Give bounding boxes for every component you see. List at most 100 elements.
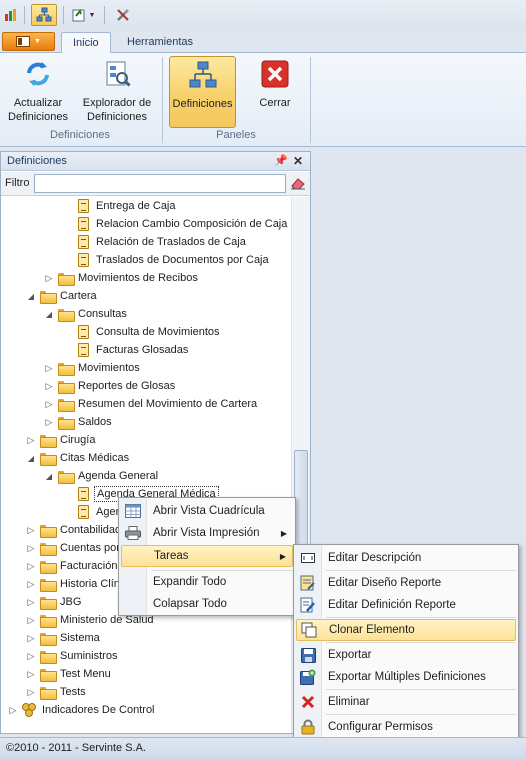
tree-node[interactable]: Agen xyxy=(61,503,124,521)
expand-arrow-icon[interactable]: ▷ xyxy=(7,704,19,716)
expand-arrow-icon[interactable]: ▷ xyxy=(25,542,37,554)
expand-arrow-icon[interactable]: ▷ xyxy=(25,560,37,572)
definiciones-panel-button[interactable]: Definiciones xyxy=(169,56,236,128)
menu-item-editar-definicion-reporte[interactable]: Editar Definición Reporte xyxy=(296,594,516,616)
menu-item-abrir-vista-impresion[interactable]: Abrir Vista Impresión ▶ xyxy=(121,522,293,544)
expand-arrow-icon[interactable]: ▷ xyxy=(25,650,37,662)
expand-arrow-icon[interactable]: ▷ xyxy=(43,380,55,392)
menu-item-editar-descripcion[interactable]: Editar Descripción xyxy=(296,547,516,569)
tree-node[interactable]: ◢ Citas Médicas xyxy=(25,449,131,467)
expand-arrow-icon[interactable]: ▷ xyxy=(25,614,37,626)
tab-inicio[interactable]: Inicio xyxy=(61,32,111,54)
expand-arrow-icon[interactable]: ▷ xyxy=(43,272,55,284)
expand-arrow-icon[interactable]: ▷ xyxy=(25,524,37,536)
scrollbar-thumb[interactable] xyxy=(294,450,308,547)
tree-node[interactable]: Entrega de Caja xyxy=(61,197,178,215)
tree-node[interactable]: ▷ Cuentas por xyxy=(25,539,122,557)
menu-item-abrir-vista-cuadricula[interactable]: Abrir Vista Cuadrícula xyxy=(121,500,293,522)
tree-node[interactable]: ▷ Reportes de Glosas xyxy=(43,377,177,395)
tree-node[interactable]: ▷ Movimientos de Recibos xyxy=(43,269,200,287)
tab-herramientas[interactable]: Herramientas xyxy=(116,32,204,53)
expand-arrow-icon[interactable]: ▷ xyxy=(43,416,55,428)
expand-arrow-icon[interactable]: ▷ xyxy=(25,434,37,446)
document-icon xyxy=(75,252,91,268)
menu-item-expandir-todo[interactable]: Expandir Todo xyxy=(121,571,293,593)
tree-node[interactable]: ◢ Consultas xyxy=(43,305,129,323)
application-menu-button[interactable]: ▼ xyxy=(2,32,55,51)
tools-quick-button[interactable] xyxy=(112,4,134,26)
expand-arrow-icon[interactable]: ▷ xyxy=(43,362,55,374)
hierarchy-icon xyxy=(187,59,219,91)
tree-node[interactable]: ▷ Sistema xyxy=(25,629,102,647)
menu-item-eliminar[interactable]: Eliminar xyxy=(296,691,516,713)
tree-node[interactable]: Consulta de Movimientos xyxy=(61,323,222,341)
tree-node[interactable]: ◢ Agenda General xyxy=(43,467,160,485)
tree-node[interactable]: ▷ Saldos xyxy=(43,413,114,431)
tree-node[interactable]: ▷ Facturación xyxy=(25,557,119,575)
tree-node[interactable]: ▷ Movimientos xyxy=(43,359,142,377)
expand-arrow-icon[interactable]: ▷ xyxy=(25,596,37,608)
menu-item-label: Expandir Todo xyxy=(153,576,227,588)
menu-item-exportar-multiples-definiciones[interactable]: Exportar Múltiples Definiciones xyxy=(296,666,516,688)
tree-node[interactable]: ▷ Cirugía xyxy=(25,431,97,449)
expand-arrow-icon[interactable]: ▷ xyxy=(25,632,37,644)
folder-icon xyxy=(39,540,57,556)
tree-node-label: JBG xyxy=(60,596,82,608)
tree-node[interactable]: ▷ Contabilidad xyxy=(25,521,123,539)
menu-item-label: Colapsar Todo xyxy=(153,598,227,610)
explorador-label: Explorador de Definiciones xyxy=(82,97,152,123)
text-field-icon xyxy=(296,547,320,569)
menu-item-editar-diseno-reporte[interactable]: Editar Diseño Reporte xyxy=(296,572,516,594)
folder-icon xyxy=(39,450,57,466)
tree-node[interactable]: ▷ Suministros xyxy=(25,647,119,665)
panels-quick-button[interactable] xyxy=(31,4,57,26)
menu-item-colapsar-todo[interactable]: Colapsar Todo xyxy=(121,593,293,615)
tree-node-label: Facturación xyxy=(60,560,118,572)
menu-item-configurar-permisos[interactable]: Configurar Permisos xyxy=(296,716,516,738)
tree-node[interactable]: ▷ Resumen del Movimiento de Cartera xyxy=(43,395,259,413)
tree-node[interactable]: ▷ Historia Clíni xyxy=(25,575,124,593)
chevron-down-icon: ▼ xyxy=(34,38,41,45)
tree-node[interactable]: Traslados de Documentos por Caja xyxy=(61,251,271,269)
close-panel-icon[interactable]: ✕ xyxy=(293,154,303,168)
tree-node[interactable]: ▷ Test Menu xyxy=(25,665,113,683)
tree-node[interactable]: ◢ Cartera xyxy=(25,287,99,305)
tree-node[interactable]: ▷ JBG xyxy=(25,593,83,611)
menu-item-clonar-elemento[interactable]: Clonar Elemento xyxy=(296,619,516,641)
folder-icon xyxy=(39,576,57,592)
context-menu: Abrir Vista Cuadrícula Abrir Vista Impre… xyxy=(118,497,296,616)
export-quick-button[interactable]: ▼ xyxy=(68,4,98,26)
definitions-tree: Entrega de Caja Relacion Cambio Composici… xyxy=(1,197,291,733)
menu-item-label: Editar Diseño Reporte xyxy=(328,577,442,589)
collapse-arrow-icon[interactable]: ◢ xyxy=(43,308,55,320)
cerrar-button[interactable]: Cerrar xyxy=(248,56,302,128)
eraser-icon[interactable] xyxy=(290,176,306,193)
filter-input[interactable] xyxy=(34,174,286,193)
tree-node-label: Citas Médicas xyxy=(60,452,130,464)
menu-item-tareas[interactable]: Tareas ▶ xyxy=(121,545,293,567)
menu-item-label: Exportar Múltiples Definiciones xyxy=(328,671,486,683)
actualizar-definiciones-button[interactable]: Actualizar Definiciones xyxy=(6,56,70,128)
pin-icon[interactable]: 📌 xyxy=(274,154,288,167)
tree-node[interactable]: ▷ Indicadores De Control xyxy=(7,701,157,719)
menu-item-label: Editar Descripción xyxy=(328,552,422,564)
collapse-arrow-icon[interactable]: ◢ xyxy=(43,470,55,482)
tree-node[interactable]: Relacion Cambio Composición de Caja xyxy=(61,215,289,233)
collapse-arrow-icon[interactable]: ◢ xyxy=(25,452,37,464)
tree-node[interactable]: ▷ Tests xyxy=(25,683,88,701)
expand-arrow-icon[interactable]: ▷ xyxy=(43,398,55,410)
filter-label: Filtro xyxy=(5,177,30,189)
tree-node[interactable]: Relación de Traslados de Caja xyxy=(61,233,248,251)
folder-icon xyxy=(57,270,75,286)
expand-arrow-icon[interactable]: ▷ xyxy=(25,578,37,590)
menu-item-exportar[interactable]: Exportar xyxy=(296,644,516,666)
collapse-arrow-icon[interactable]: ◢ xyxy=(25,290,37,302)
expand-arrow-icon[interactable]: ▷ xyxy=(25,668,37,680)
expand-arrow-icon[interactable]: ▷ xyxy=(25,686,37,698)
menu-item-label: Editar Definición Reporte xyxy=(328,599,456,611)
chevron-down-icon: ▼ xyxy=(88,11,96,19)
explorador-definiciones-button[interactable]: Explorador de Definiciones xyxy=(80,56,154,128)
folder-icon xyxy=(57,306,75,322)
tree-node[interactable]: Facturas Glosadas xyxy=(61,341,190,359)
report-design-icon xyxy=(296,572,320,594)
